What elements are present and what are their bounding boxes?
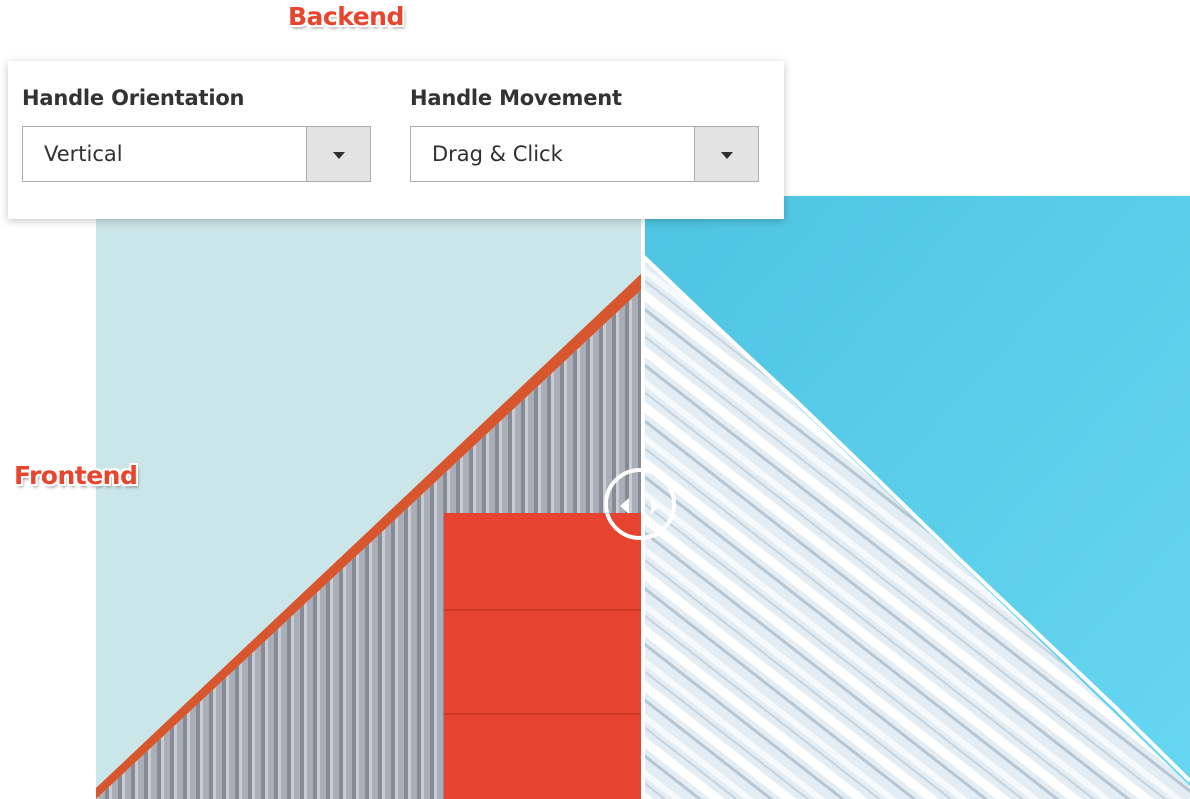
backend-callout-label: Backend	[288, 2, 404, 31]
handle-orientation-label: Handle Orientation	[22, 86, 245, 110]
chevron-down-icon	[721, 152, 733, 159]
after-image	[641, 196, 1190, 799]
arrow-left-icon	[620, 498, 629, 514]
before-image	[96, 196, 643, 799]
handle-orientation-field: Handle Orientation Vertical	[22, 83, 371, 182]
handle-movement-field: Handle Movement Drag & Click	[410, 83, 759, 182]
chevron-down-icon	[333, 152, 345, 159]
handle-orientation-dropdown-button[interactable]	[306, 127, 370, 181]
handle-movement-value: Drag & Click	[432, 142, 563, 166]
frontend-callout-label: Frontend	[14, 461, 138, 490]
arrow-right-icon	[651, 498, 660, 514]
handle-movement-label: Handle Movement	[410, 86, 622, 110]
backend-settings-panel: Handle Orientation Vertical Handle Movem…	[8, 61, 784, 219]
handle-movement-select[interactable]: Drag & Click	[410, 126, 759, 182]
handle-orientation-select[interactable]: Vertical	[22, 126, 371, 182]
slider-handle[interactable]	[604, 468, 676, 540]
before-after-slider[interactable]	[96, 196, 1190, 799]
handle-movement-dropdown-button[interactable]	[694, 127, 758, 181]
handle-orientation-value: Vertical	[44, 142, 123, 166]
